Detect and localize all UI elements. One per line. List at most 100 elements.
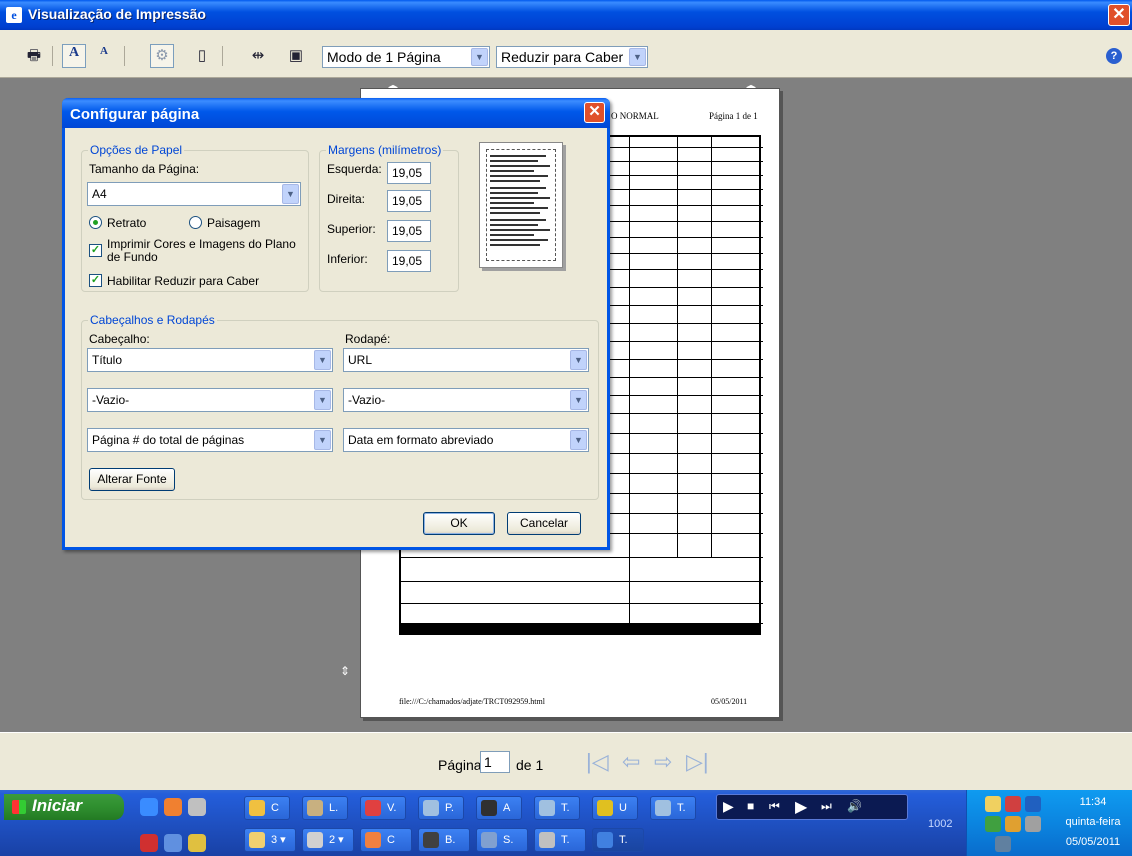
chevron-down-icon[interactable]: ▼ xyxy=(314,390,331,410)
taskbar-item[interactable]: S. xyxy=(476,828,528,852)
taskbar-item[interactable]: P. xyxy=(418,796,464,820)
chevron-down-icon[interactable]: ▼ xyxy=(570,390,587,410)
footer-select-1[interactable]: URL ▼ xyxy=(343,348,589,372)
shrink-to-fit-checkbox[interactable]: ✓ xyxy=(89,274,102,287)
taskbar-item-label: P. xyxy=(445,802,454,814)
single-page-icon[interactable]: ▯ xyxy=(190,44,214,68)
page-setup-icon[interactable]: A xyxy=(62,44,86,68)
chevron-down-icon[interactable]: ▼ xyxy=(570,430,587,450)
gear-icon[interactable]: ⚙ xyxy=(150,44,174,68)
stop-icon[interactable]: ■ xyxy=(747,799,754,813)
taskbar-item[interactable]: V. xyxy=(360,796,406,820)
desktop-quicklaunch-icon[interactable] xyxy=(188,798,206,816)
taskbar-item-label: L. xyxy=(329,802,339,814)
network-icon[interactable] xyxy=(985,816,1001,832)
margin-handle-icon[interactable]: ⇕ xyxy=(340,664,350,678)
tray-icon[interactable] xyxy=(1005,816,1021,832)
margin-right-input[interactable]: 19,05 xyxy=(387,190,431,212)
header-select-2[interactable]: -Vazio- ▼ xyxy=(87,388,333,412)
ie-quicklaunch-icon[interactable] xyxy=(140,798,158,816)
next-page-icon[interactable]: ⇨ xyxy=(654,749,672,775)
page-label: Página xyxy=(438,757,482,773)
firefox-quicklaunch-icon[interactable] xyxy=(164,798,182,816)
taskbar-item[interactable]: C xyxy=(360,828,412,852)
ok-button[interactable]: OK xyxy=(423,512,495,535)
tray-icon[interactable] xyxy=(1025,816,1041,832)
full-page-icon[interactable]: ▣ xyxy=(284,44,308,68)
tray-icon[interactable] xyxy=(1005,796,1021,812)
page-size-select[interactable]: A4 ▼ xyxy=(87,182,301,206)
text-size-icon[interactable]: A xyxy=(92,44,116,68)
footer-select-2[interactable]: -Vazio- ▼ xyxy=(343,388,589,412)
header-select-1[interactable]: Título ▼ xyxy=(87,348,333,372)
media-player-toolbar[interactable]: ▶ ■ ⏮ ▶ ⏭ 🔊 xyxy=(716,794,908,820)
toolbar-separator xyxy=(222,46,223,66)
app-icon xyxy=(655,800,671,816)
mail-icon[interactable] xyxy=(985,796,1001,812)
chevron-down-icon[interactable]: ▼ xyxy=(314,430,331,450)
chevron-down-icon[interactable]: ▼ xyxy=(570,350,587,370)
play-icon[interactable]: ▶ xyxy=(723,798,734,815)
portrait-radio[interactable] xyxy=(89,216,102,229)
next-icon[interactable]: ⏭ xyxy=(821,799,832,814)
fit-mode-select[interactable]: Reduzir para Caber ▼ xyxy=(496,46,648,68)
printer-icon[interactable]: 🖶 xyxy=(22,44,46,68)
window-title: Visualização de Impressão xyxy=(28,6,206,22)
chevron-down-icon[interactable]: ▼ xyxy=(282,184,299,204)
margin-left-input[interactable]: 19,05 xyxy=(387,162,431,184)
last-page-icon[interactable]: ▷| xyxy=(686,749,709,775)
taskbar-item[interactable]: U xyxy=(592,796,638,820)
header-label: Cabeçalho: xyxy=(89,332,150,346)
taskbar-item-label: A xyxy=(503,802,511,814)
view-mode-select[interactable]: Modo de 1 Página ▼ xyxy=(322,46,490,68)
taskbar: Iniciar C L. V. P. A T. U T. 3 ▾ 2 ▾ C B… xyxy=(0,790,1132,856)
help-icon[interactable]: ? xyxy=(1106,48,1122,64)
footer-value-3: Data em formato abreviado xyxy=(348,433,494,447)
volume-icon[interactable]: 🔊 xyxy=(847,799,862,813)
footer-select-3[interactable]: Data em formato abreviado ▼ xyxy=(343,428,589,452)
page-number-input[interactable]: 1 xyxy=(480,751,510,773)
tray-icon[interactable] xyxy=(1025,796,1041,812)
prev-page-icon[interactable]: ⇦ xyxy=(622,749,640,775)
taskbar-item[interactable]: C xyxy=(244,796,290,820)
taskbar-item-label: C xyxy=(271,802,279,814)
taskbar-item[interactable]: T. xyxy=(534,796,580,820)
taskbar-item[interactable]: A xyxy=(476,796,522,820)
start-button[interactable]: Iniciar xyxy=(4,794,124,820)
taskbar-item-label: S. xyxy=(503,834,514,846)
chevron-down-icon[interactable]: ▼ xyxy=(314,350,331,370)
page-setup-dialog: Configurar página ✕ Opções de Papel Tama… xyxy=(62,98,610,550)
header-select-3[interactable]: Página # do total de páginas ▼ xyxy=(87,428,333,452)
app-icon xyxy=(423,832,439,848)
taskbar-item[interactable]: T. xyxy=(650,796,696,820)
taskbar-item[interactable]: B. xyxy=(418,828,470,852)
margin-bottom-input[interactable]: 19,05 xyxy=(387,250,431,272)
play-pause-icon[interactable]: ▶ xyxy=(795,797,807,817)
taskbar-group[interactable]: 2 ▾ xyxy=(302,828,354,852)
landscape-radio[interactable] xyxy=(189,216,202,229)
quicklaunch-icon[interactable] xyxy=(140,834,158,852)
footer-value-2: -Vazio- xyxy=(348,393,386,407)
close-window-button[interactable]: ✕ xyxy=(1108,4,1130,26)
quicklaunch-icon[interactable] xyxy=(164,834,182,852)
headers-footers-label: Cabeçalhos e Rodapés xyxy=(88,313,217,327)
header-value-2: -Vazio- xyxy=(92,393,130,407)
app-icon xyxy=(307,800,323,816)
dialog-close-button[interactable]: ✕ xyxy=(584,102,605,123)
tray-icon[interactable] xyxy=(995,836,1011,852)
print-background-checkbox[interactable]: ✓ xyxy=(89,244,102,257)
first-page-icon[interactable]: |◁ xyxy=(586,749,609,775)
taskbar-item[interactable]: T. xyxy=(534,828,586,852)
margin-top-input[interactable]: 19,05 xyxy=(387,220,431,242)
quicklaunch-icon[interactable] xyxy=(188,834,206,852)
previous-icon[interactable]: ⏮ xyxy=(769,799,780,814)
taskbar-item-active[interactable]: T. xyxy=(592,828,644,852)
cancel-button[interactable]: Cancelar xyxy=(507,512,581,535)
taskbar-item[interactable]: L. xyxy=(302,796,348,820)
taskbar-group[interactable]: 3 ▾ xyxy=(244,828,296,852)
fit-width-icon[interactable]: ⇹ xyxy=(246,44,270,68)
change-font-button[interactable]: Alterar Fonte xyxy=(89,468,175,491)
chevron-down-icon[interactable]: ▼ xyxy=(471,48,488,66)
clock-time: 11:34 xyxy=(1079,796,1107,808)
chevron-down-icon[interactable]: ▼ xyxy=(629,48,646,66)
